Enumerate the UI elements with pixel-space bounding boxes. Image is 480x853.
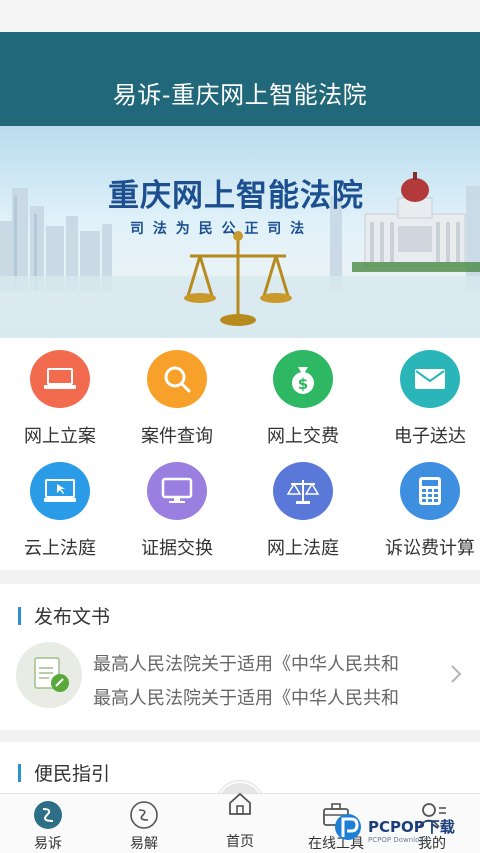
yijie-logo-icon <box>129 800 159 830</box>
money-bag-icon: $ <box>273 350 333 408</box>
section-accent-bar <box>18 763 21 782</box>
laptop-icon <box>30 350 90 408</box>
document-item[interactable]: 最高人民法院关于适用《中华人民共和 <box>93 684 443 710</box>
documents-section: 发布文书 最高人民法院关于适用《中华人民共和 最高人民法院关于适用《中华人民共和 <box>0 584 480 730</box>
service-cloud-court[interactable]: 云上法庭 <box>0 450 120 560</box>
home-icon <box>225 789 255 819</box>
monitor-cursor-icon <box>30 462 90 520</box>
service-label: 诉讼费计算 <box>385 538 475 559</box>
title-bar: 易诉-重庆网上智能法院 <box>0 32 480 126</box>
section-header: 便民指引 <box>18 759 110 786</box>
service-label: 网上立案 <box>24 426 96 447</box>
section-header: 发布文书 <box>18 602 110 629</box>
tab-label: 首页 <box>226 834 254 850</box>
service-label: 案件查询 <box>141 426 213 447</box>
document-item[interactable]: 最高人民法院关于适用《中华人民共和 <box>93 650 443 676</box>
screen-icon <box>147 462 207 520</box>
yisu-logo-icon <box>33 800 63 830</box>
service-fee-calculator[interactable]: 诉讼费计算 <box>370 450 480 560</box>
calculator-icon <box>400 462 460 520</box>
service-label: 电子送达 <box>394 426 466 447</box>
document-icon <box>16 642 82 708</box>
tab-label: 易解 <box>130 836 158 852</box>
section-title: 发布文书 <box>34 606 111 628</box>
service-online-payment[interactable]: $ 网上交费 <box>243 338 363 448</box>
scales-icon <box>273 462 333 520</box>
page-title: 易诉-重庆网上智能法院 <box>112 80 368 109</box>
service-label: 网上法庭 <box>267 538 339 559</box>
service-label: 网上交费 <box>267 426 339 447</box>
service-label: 云上法庭 <box>24 538 96 559</box>
service-online-court[interactable]: 网上法庭 <box>243 450 363 560</box>
chevron-right-icon[interactable] <box>450 664 462 690</box>
banner[interactable]: 重庆网上智能法院 司 法 为 民 公 正 司 法 <box>0 126 480 338</box>
service-grid: 网上立案 案件查询 $ 网上交费 电子送达 云上法庭 证据交换 网上法庭 诉讼费… <box>0 338 480 570</box>
service-evidence-exchange[interactable]: 证据交换 <box>117 450 237 560</box>
service-case-query[interactable]: 案件查询 <box>117 338 237 448</box>
banner-slogan: 司 法 为 民 公 正 司 法 <box>130 221 307 237</box>
tab-yijie[interactable]: 易解 <box>96 794 192 853</box>
watermark-subtext: PCPOP Download <box>368 836 429 844</box>
watermark-text: PCPOP下载 <box>368 818 455 836</box>
section-accent-bar <box>18 606 21 625</box>
status-bar <box>0 0 480 32</box>
section-title: 便民指引 <box>34 763 111 785</box>
magnifier-icon <box>147 350 207 408</box>
banner-title: 重庆网上智能法院 <box>108 178 364 214</box>
tab-yisu[interactable]: 易诉 <box>0 794 96 853</box>
service-online-filing[interactable]: 网上立案 <box>0 338 120 448</box>
service-label: 证据交换 <box>141 538 213 559</box>
tab-label: 易诉 <box>34 836 62 852</box>
service-e-delivery[interactable]: 电子送达 <box>370 338 480 448</box>
tab-home[interactable]: 首页 <box>192 792 288 853</box>
svg-text:$: $ <box>298 375 308 393</box>
envelope-icon <box>400 350 460 408</box>
